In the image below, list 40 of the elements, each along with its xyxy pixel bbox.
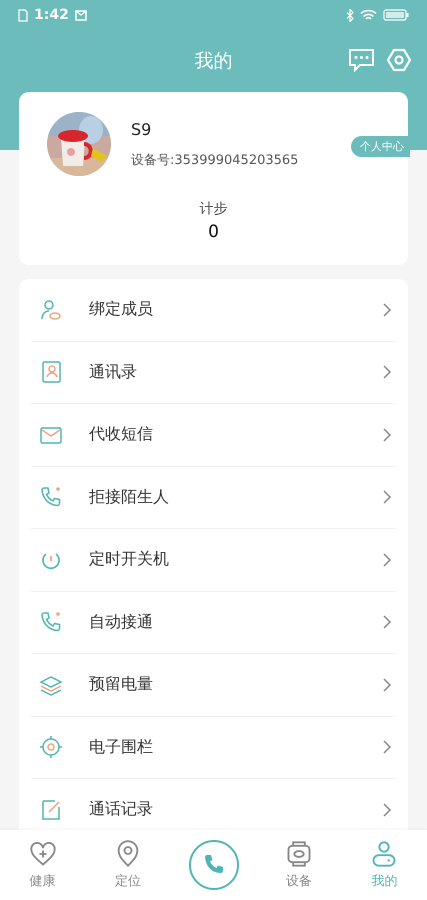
person-icon bbox=[370, 840, 398, 868]
menu-item[interactable]: 拒接陌生人 bbox=[89, 486, 356, 508]
call-button[interactable] bbox=[188, 840, 239, 890]
chat-bubble-icon[interactable] bbox=[348, 48, 375, 72]
battery-icon bbox=[383, 9, 409, 21]
tab-item[interactable]: 设备 bbox=[256, 840, 342, 890]
menu-item[interactable]: 电子围栏 bbox=[89, 736, 356, 758]
mail-icon bbox=[74, 10, 87, 20]
target-icon bbox=[39, 735, 63, 760]
steps-label: 计步 bbox=[200, 200, 228, 218]
chevron-icon bbox=[382, 426, 392, 443]
settings-icon[interactable] bbox=[387, 48, 411, 72]
chevron-icon bbox=[382, 676, 392, 693]
person-icon bbox=[39, 298, 63, 322]
chevron-icon bbox=[382, 302, 392, 318]
device-name: S9 bbox=[131, 120, 152, 138]
steps-value: 0 bbox=[208, 222, 219, 242]
sim-icon bbox=[18, 8, 28, 22]
chevron-icon bbox=[382, 802, 392, 818]
menu-item[interactable]: 通讯录 bbox=[89, 362, 356, 383]
device-id: 设备号:353999045203565 bbox=[131, 152, 298, 168]
menu-item[interactable]: 自动接通 bbox=[89, 612, 356, 633]
bluetooth-icon bbox=[346, 8, 354, 22]
menu-item[interactable]: 代收短信 bbox=[89, 424, 356, 446]
menu-item[interactable]: 预留电量 bbox=[89, 674, 356, 696]
chevron-icon bbox=[382, 614, 392, 630]
chevron-icon bbox=[382, 739, 392, 756]
heart-icon bbox=[28, 840, 57, 868]
chevron-icon bbox=[382, 489, 392, 506]
menu-item[interactable]: 定时开关机 bbox=[89, 549, 356, 570]
status-time: 1:42 bbox=[34, 7, 69, 23]
menu-item[interactable]: 通话记录 bbox=[89, 799, 356, 820]
chevron-icon bbox=[382, 364, 392, 380]
tab-item[interactable]: 定位 bbox=[85, 840, 171, 890]
chevron-icon bbox=[382, 552, 392, 568]
wifi-icon bbox=[360, 8, 377, 22]
tab-item[interactable]: 健康 bbox=[0, 840, 86, 890]
menu-item[interactable]: 绑定成员 bbox=[89, 299, 356, 320]
page-title: 我的 bbox=[194, 49, 232, 74]
watch-icon bbox=[284, 840, 313, 868]
